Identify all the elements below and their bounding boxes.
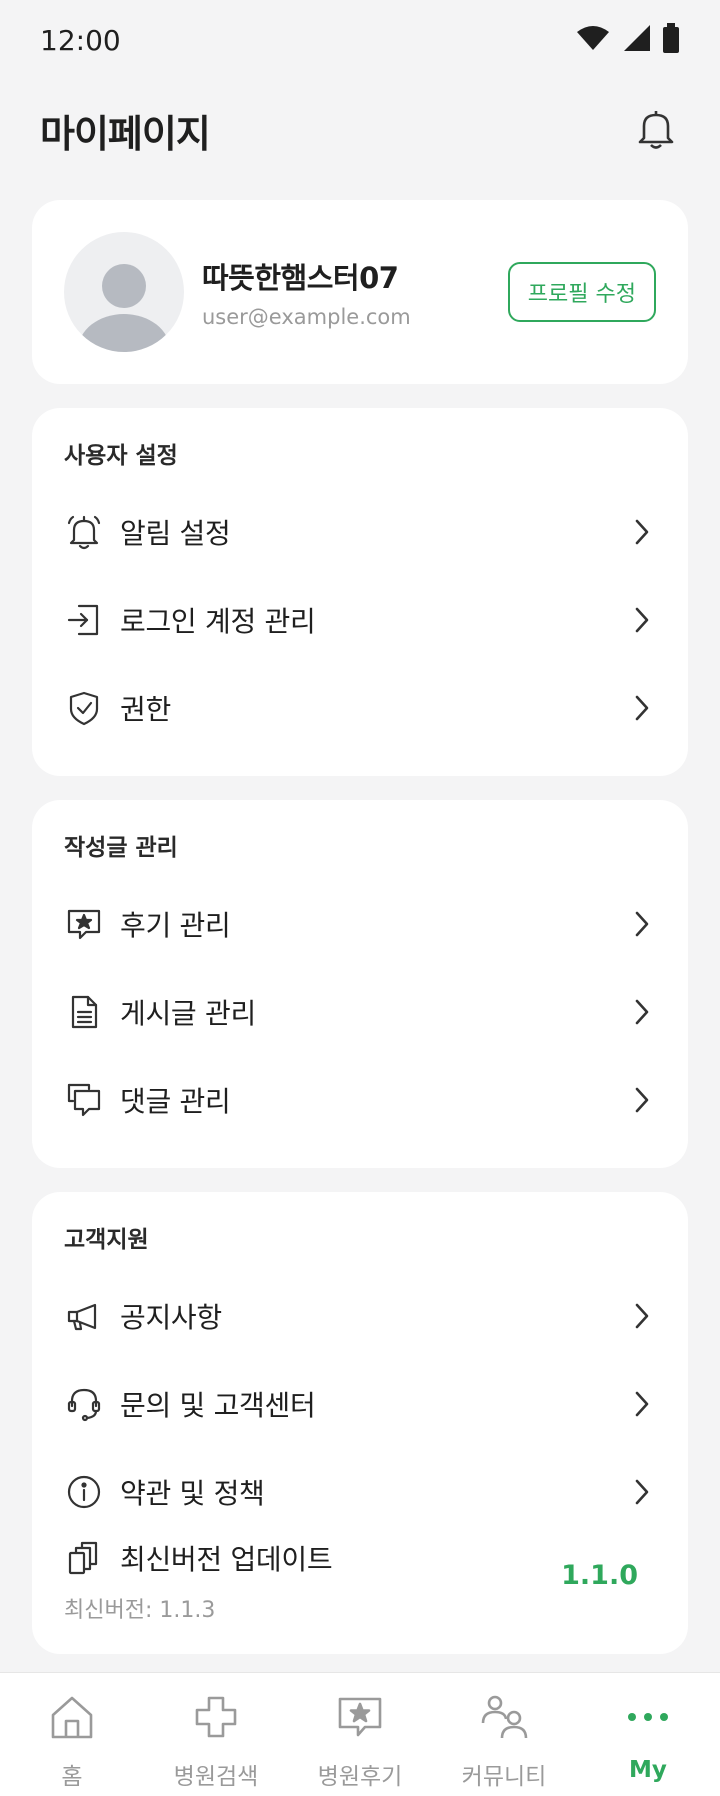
menu-label: 게시글 관리 [120,997,256,1030]
status-bar: 12:00 [0,0,720,80]
profile-email: user@example.com [202,305,411,329]
review-icon [336,1691,384,1743]
menu-item-permissions[interactable]: 권한 [32,672,688,744]
profile-card: 따뜻한햄스터07 user@example.com 프로필 수정 [32,200,688,384]
copy-icon [64,1538,104,1578]
notification-button[interactable] [632,106,680,154]
avatar [64,232,184,352]
chevron-right-icon [628,1478,656,1506]
megaphone-icon [64,1296,104,1336]
menu-item-login-account[interactable]: 로그인 계정 관리 [32,584,688,656]
status-time: 12:00 [40,23,121,57]
chevron-right-icon [628,998,656,1026]
profile-info: 따뜻한햄스터07 user@example.com [202,255,508,329]
community-icon [480,1691,528,1743]
version-update-item[interactable]: 최신버전 업데이트 최신버전: 1.1.3 1.1.0 [32,1534,688,1624]
bell-icon [634,106,678,154]
edit-profile-button[interactable]: 프로필 수정 [507,262,656,322]
bell-icon [64,512,104,552]
shield-check-icon [64,688,104,728]
bottom-nav: 홈 병원검색 병원후기 커뮤니티 My [0,1672,720,1796]
nav-label: 홈 [61,1764,83,1790]
signal-icon [622,23,652,57]
menu-item-terms-policy[interactable]: 약관 및 정책 [32,1456,688,1528]
chevron-right-icon [628,1086,656,1114]
headset-icon [64,1384,104,1424]
chevron-right-icon [628,1302,656,1330]
menu-label: 댓글 관리 [120,1085,231,1118]
posts-management-section: 작성글 관리 후기 관리 게시글 관리 댓글 관리 [32,800,688,1168]
nav-my[interactable]: My [578,1691,718,1783]
menu-label: 약관 및 정책 [120,1477,265,1510]
chevron-right-icon [628,1390,656,1418]
nav-home[interactable]: 홈 [2,1691,142,1791]
menu-item-customer-center[interactable]: 문의 및 고객센터 [32,1368,688,1440]
nav-label: 병원후기 [317,1764,403,1790]
chevron-right-icon [628,910,656,938]
wifi-icon [574,23,612,57]
menu-label: 알림 설정 [120,517,231,550]
review-star-icon [64,904,104,944]
menu-label: 로그인 계정 관리 [120,605,316,638]
user-settings-section: 사용자 설정 알림 설정 로그인 계정 관리 권한 [32,408,688,776]
menu-item-comment-management[interactable]: 댓글 관리 [32,1064,688,1136]
menu-label: 공지사항 [120,1301,222,1334]
comments-icon [64,1080,104,1120]
section-title: 사용자 설정 [64,443,178,469]
menu-label: 후기 관리 [120,909,231,942]
latest-version-text: 최신버전: 1.1.3 [64,1598,216,1623]
menu-item-notices[interactable]: 공지사항 [32,1280,688,1352]
section-title: 작성글 관리 [64,835,178,861]
chevron-right-icon [628,606,656,634]
nav-label: 병원검색 [173,1764,259,1790]
document-icon [64,992,104,1032]
more-dots-icon [624,1691,672,1743]
current-version: 1.1.0 [561,1560,638,1591]
login-icon [64,600,104,640]
home-icon [48,1691,96,1743]
menu-item-review-management[interactable]: 후기 관리 [32,888,688,960]
battery-icon [662,23,680,57]
customer-support-section: 고객지원 공지사항 문의 및 고객센터 약관 및 정책 최신버전 업데이트 최신… [32,1192,688,1654]
info-icon [64,1472,104,1512]
page-title: 마이페이지 [40,111,211,156]
nav-label: 커뮤니티 [461,1764,547,1790]
page-header: 마이페이지 [0,90,720,170]
nav-hospital-review[interactable]: 병원후기 [290,1691,430,1791]
profile-name: 따뜻한햄스터07 [202,261,399,295]
chevron-right-icon [628,518,656,546]
chevron-right-icon [628,694,656,722]
section-title: 고객지원 [64,1227,149,1253]
menu-item-notification-settings[interactable]: 알림 설정 [32,496,688,568]
nav-hospital-search[interactable]: 병원검색 [146,1691,286,1791]
status-icons [574,23,680,57]
nav-label: My [629,1757,667,1783]
menu-label: 문의 및 고객센터 [120,1389,316,1422]
menu-label: 권한 [120,693,171,726]
hospital-cross-icon [192,1691,240,1743]
menu-item-post-management[interactable]: 게시글 관리 [32,976,688,1048]
nav-community[interactable]: 커뮤니티 [434,1691,574,1791]
